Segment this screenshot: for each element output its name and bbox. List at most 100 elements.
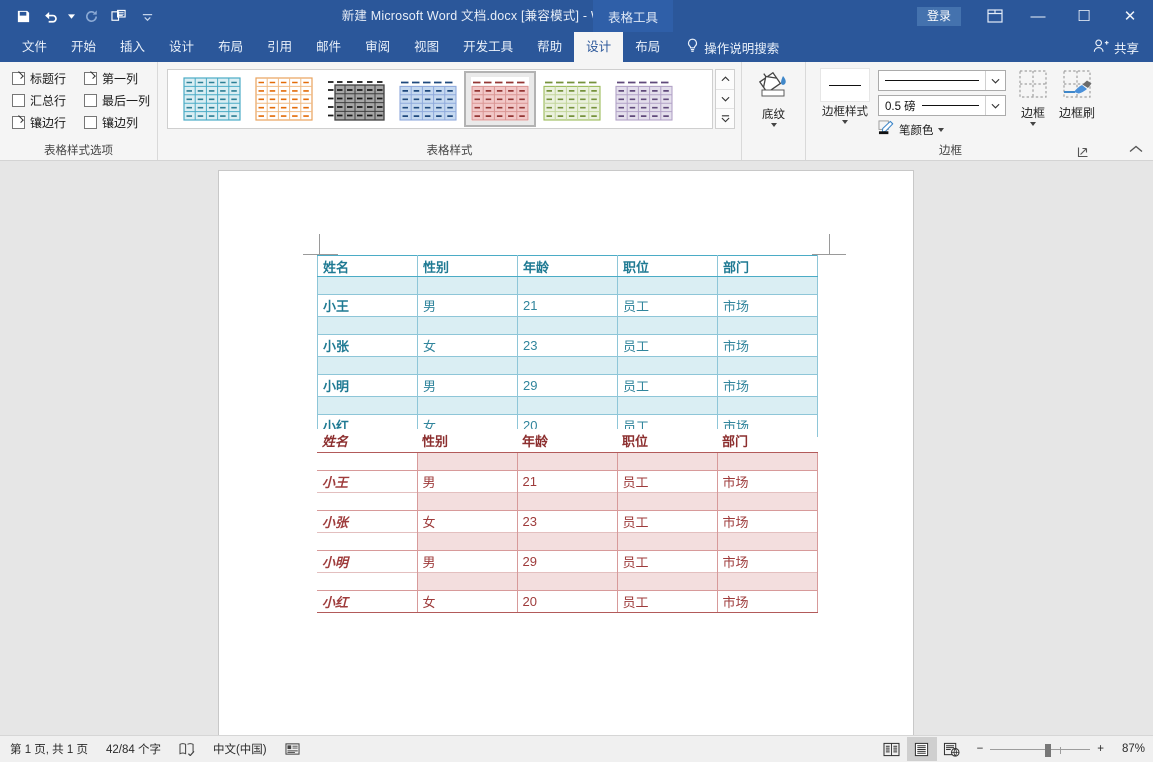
border-painter-button[interactable]: 边框刷 — [1054, 68, 1100, 121]
document-canvas[interactable]: 姓名 性别 年龄 职位 部门 小王 男 21 员工 市场 小张 女 23 员工 … — [0, 161, 1153, 735]
border-styles-dropdown-arrow-icon[interactable] — [842, 120, 848, 124]
cell-name[interactable]: 小明 — [317, 549, 418, 572]
cell-header-department[interactable]: 部门 — [717, 255, 818, 277]
cell-position[interactable]: 员工 — [616, 589, 718, 613]
print-layout-view-button[interactable] — [906, 737, 937, 761]
line-weight-combo[interactable]: 0.5 磅 — [878, 95, 1006, 116]
tab-mailings[interactable]: 邮件 — [304, 32, 353, 62]
checkbox-first-column[interactable]: 第一列 — [84, 70, 157, 87]
tab-review[interactable]: 审阅 — [353, 32, 402, 62]
cell-name[interactable]: 小王 — [317, 469, 418, 492]
tab-table-design[interactable]: 设计 — [574, 32, 624, 62]
cell-department[interactable]: 市场 — [717, 334, 818, 357]
cell-position[interactable]: 员工 — [617, 334, 718, 357]
tab-design[interactable]: 设计 — [157, 32, 206, 62]
pen-color-button[interactable]: 笔颜色 — [878, 120, 1008, 139]
cell-department[interactable]: 市场 — [717, 374, 818, 397]
cell-age[interactable]: 23 — [517, 334, 618, 357]
borders-dialog-launcher[interactable] — [1077, 146, 1089, 158]
gallery-scroll-up-button[interactable] — [716, 70, 734, 90]
cell-department[interactable]: 市场 — [716, 549, 818, 572]
tab-layout[interactable]: 布局 — [206, 32, 255, 62]
tab-help[interactable]: 帮助 — [525, 32, 574, 62]
cell-department[interactable]: 市场 — [716, 509, 818, 532]
cell-position[interactable]: 员工 — [616, 509, 718, 532]
cell-age[interactable]: 29 — [516, 549, 618, 572]
shading-button[interactable]: 底纹 — [742, 68, 805, 127]
tab-file[interactable]: 文件 — [10, 32, 59, 62]
repeat-typing-icon[interactable] — [106, 3, 132, 29]
tell-me-search[interactable]: 操作说明搜索 — [686, 32, 779, 62]
line-style-combo[interactable] — [878, 70, 1006, 91]
share-button[interactable]: 共享 — [1093, 32, 1139, 62]
checkbox-banded-rows[interactable]: 镶边行 — [12, 114, 84, 131]
cell-name[interactable]: 小张 — [317, 334, 418, 357]
table-employees-cyan[interactable]: 姓名 性别 年龄 职位 部门 小王 男 21 员工 市场 小张 女 23 员工 … — [317, 255, 818, 437]
ribbon-display-options-icon[interactable] — [975, 0, 1015, 32]
table-style-blue[interactable] — [392, 71, 464, 127]
cell-header-gender[interactable]: 性别 — [417, 429, 517, 453]
zoom-in-button[interactable]: + — [1097, 743, 1104, 755]
checkbox-last-column[interactable]: 最后一列 — [84, 92, 157, 109]
checkbox-first-column-box[interactable] — [84, 72, 97, 85]
borders-button[interactable]: 边框 — [1010, 68, 1056, 126]
zoom-level-label[interactable]: 87% — [1111, 743, 1145, 755]
accessibility-icon[interactable] — [285, 742, 300, 756]
cell-header-position[interactable]: 职位 — [617, 429, 717, 453]
cell-position[interactable]: 员工 — [617, 294, 718, 317]
cell-department[interactable]: 市场 — [717, 294, 818, 317]
cell-gender[interactable]: 男 — [416, 549, 518, 572]
borders-dropdown-arrow-icon[interactable] — [1030, 122, 1036, 126]
zoom-slider-thumb[interactable] — [1045, 743, 1052, 757]
save-icon[interactable] — [10, 3, 36, 29]
cell-age[interactable]: 29 — [517, 374, 618, 397]
shading-dropdown-arrow-icon[interactable] — [770, 123, 777, 127]
pen-color-dropdown-arrow-icon[interactable] — [937, 127, 944, 132]
cell-department[interactable]: 市场 — [716, 469, 818, 492]
cell-name[interactable]: 小明 — [317, 374, 418, 397]
spellcheck-icon[interactable] — [179, 742, 195, 756]
tab-home[interactable]: 开始 — [59, 32, 108, 62]
page-count-indicator[interactable]: 第 1 页, 共 1 页 — [10, 741, 88, 757]
checkbox-total-row[interactable]: 汇总行 — [12, 92, 84, 109]
zoom-slider[interactable] — [990, 743, 1091, 757]
customize-qat-icon[interactable] — [134, 3, 160, 29]
cell-header-name[interactable]: 姓名 — [317, 429, 417, 453]
redo-icon[interactable] — [78, 3, 104, 29]
gallery-scroll-down-button[interactable] — [716, 90, 734, 110]
cell-name[interactable]: 小王 — [317, 294, 418, 317]
word-count-indicator[interactable]: 42/84 个字 — [106, 741, 161, 757]
cell-name[interactable]: 小张 — [317, 509, 418, 532]
close-button[interactable]: ✕ — [1107, 0, 1153, 32]
cell-gender[interactable]: 女 — [416, 509, 518, 532]
checkbox-header-row-box[interactable] — [12, 72, 25, 85]
language-indicator[interactable]: 中文(中国) — [213, 741, 267, 757]
line-weight-chevron-down-icon[interactable] — [985, 96, 1005, 115]
table-style-orange[interactable] — [248, 71, 320, 127]
gallery-more-button[interactable] — [716, 109, 734, 128]
cell-age[interactable]: 21 — [516, 469, 618, 492]
cell-header-position[interactable]: 职位 — [617, 255, 718, 277]
collapse-ribbon-button[interactable] — [1129, 142, 1143, 156]
read-mode-view-button[interactable] — [877, 737, 907, 761]
table-style-green[interactable] — [536, 71, 608, 127]
tab-table-layout[interactable]: 布局 — [623, 32, 672, 62]
cell-gender[interactable]: 男 — [417, 294, 518, 317]
tab-references[interactable]: 引用 — [255, 32, 304, 62]
minimize-button[interactable]: — — [1015, 0, 1061, 32]
sign-in-button[interactable]: 登录 — [916, 6, 961, 26]
zoom-out-button[interactable]: − — [977, 743, 984, 755]
cell-position[interactable]: 员工 — [617, 374, 718, 397]
cell-position[interactable]: 员工 — [616, 469, 718, 492]
cell-position[interactable]: 员工 — [616, 549, 718, 572]
table-style-red[interactable] — [464, 71, 536, 127]
cell-age[interactable]: 23 — [516, 509, 618, 532]
cell-gender[interactable]: 男 — [416, 469, 518, 492]
cell-header-gender[interactable]: 性别 — [417, 255, 518, 277]
checkbox-banded-columns-box[interactable] — [84, 116, 97, 129]
table-style-purple[interactable] — [608, 71, 680, 127]
border-styles-button[interactable]: 边框样式 — [814, 68, 876, 124]
web-layout-view-button[interactable] — [937, 737, 967, 761]
cell-header-age[interactable]: 年龄 — [517, 429, 617, 453]
cell-gender[interactable]: 女 — [416, 589, 518, 613]
